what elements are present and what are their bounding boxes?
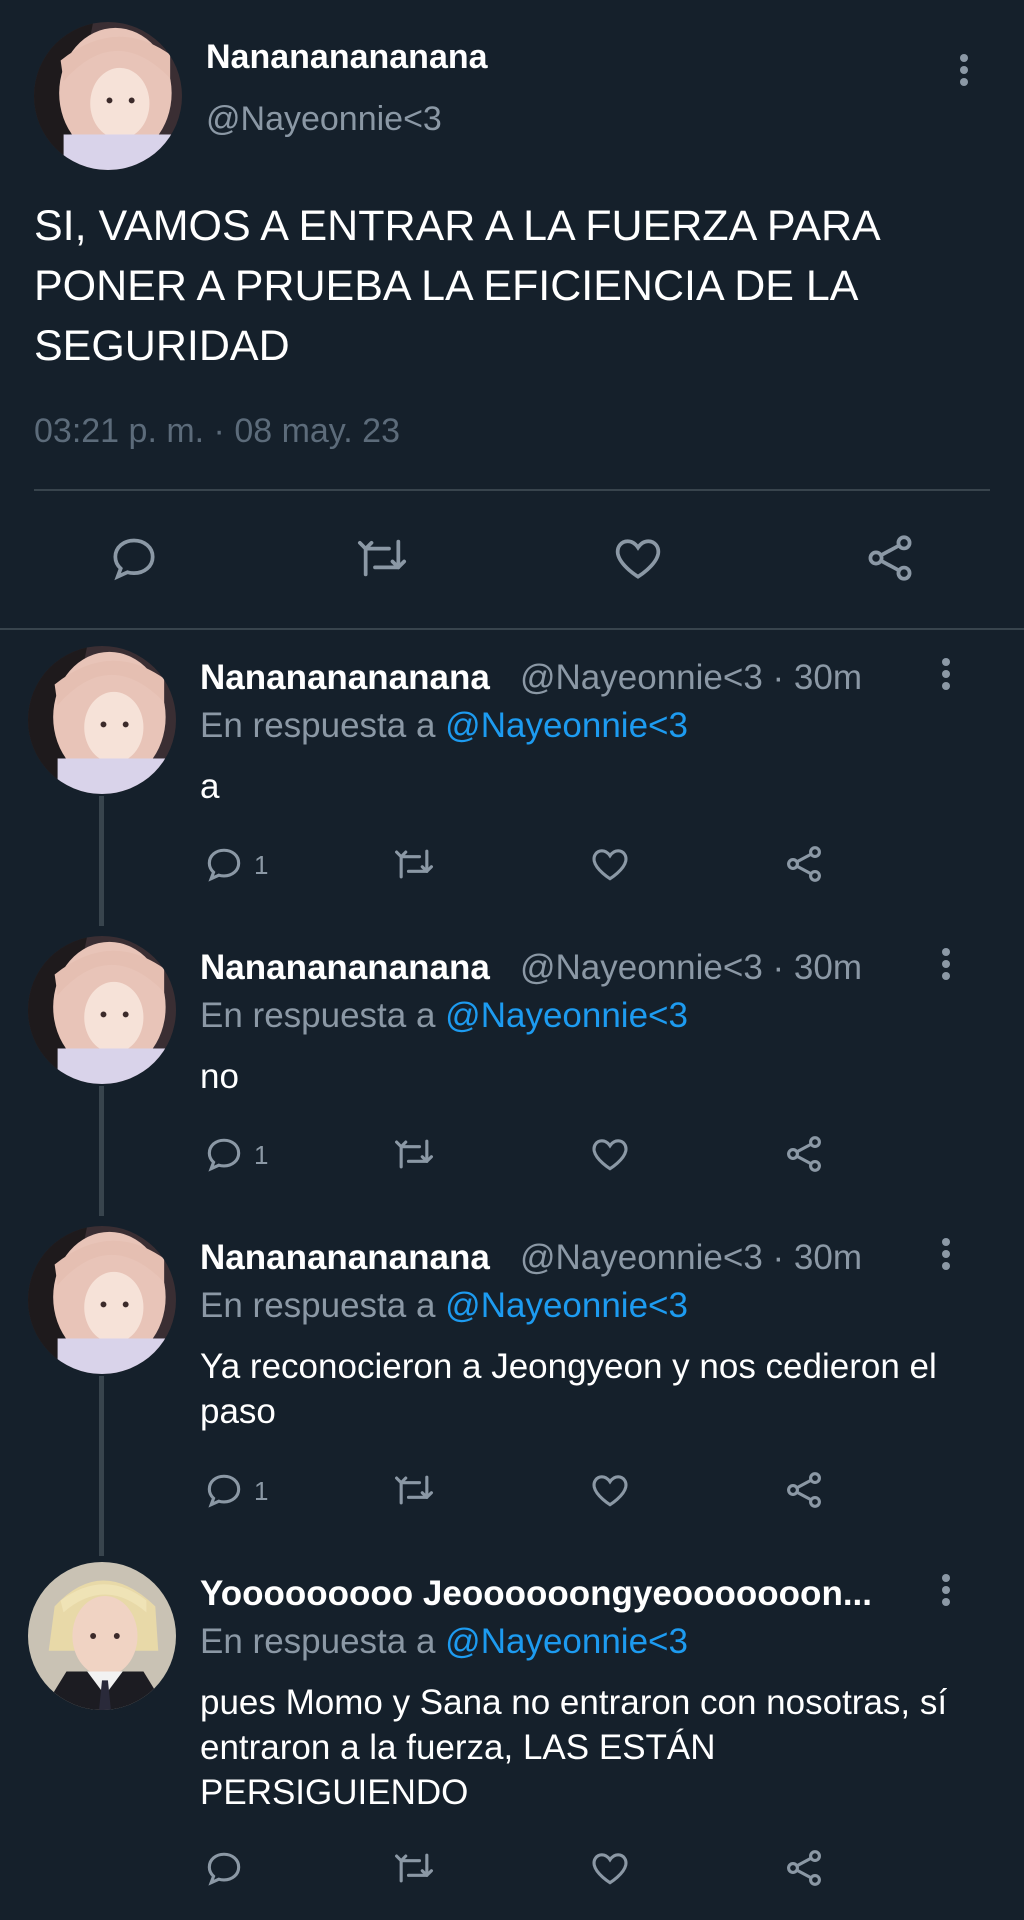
tweet-text: no — [200, 1057, 239, 1096]
reply-context: En respuesta a @Nayeonnie<3 — [200, 1286, 688, 1326]
handle-time: @Nayeonnie<3 · 30m — [520, 1238, 862, 1277]
display-name[interactable]: Nanananananana — [206, 38, 488, 77]
more-options-icon[interactable] — [936, 944, 956, 988]
more-options-icon[interactable] — [954, 50, 974, 94]
more-options-icon[interactable] — [936, 1234, 956, 1278]
reply-context: En respuesta a @Nayeonnie<3 — [200, 706, 688, 746]
tweet-text: pues Momo y Sana no entraron con nosotra… — [200, 1683, 948, 1812]
tweet-text: Ya reconocieron a Jeongyeon y nos cedier… — [200, 1347, 937, 1431]
divider — [34, 489, 990, 491]
handle[interactable]: @Nayeonnie<3 — [206, 100, 442, 139]
reply-context: En respuesta a @Nayeonnie<3 — [200, 996, 688, 1036]
retweet-icon[interactable] — [392, 1846, 436, 1890]
reply-tweet[interactable]: Nanananananana @Nayeonnie<3 · 30m En res… — [0, 936, 1024, 1226]
reply-count: 1 — [254, 1140, 269, 1170]
reply-count: 1 — [254, 850, 269, 880]
like-icon[interactable] — [588, 842, 632, 886]
share-icon[interactable] — [782, 1846, 826, 1890]
share-icon[interactable] — [782, 842, 826, 886]
retweet-icon[interactable] — [392, 1132, 436, 1176]
reply-icon[interactable] — [202, 1846, 246, 1890]
share-icon[interactable] — [782, 1132, 826, 1176]
tweet-actions — [0, 528, 1024, 588]
tweet-text: a — [200, 767, 220, 806]
reply-tweet[interactable]: Nanananananana @Nayeonnie<3 · 30m En res… — [0, 1226, 1024, 1562]
like-icon[interactable] — [588, 1468, 632, 1512]
display-name[interactable]: Nanananananana — [200, 948, 490, 988]
display-name[interactable]: Yooooooooo Jeoooooongyeooooooon... — [200, 1574, 920, 1614]
display-name[interactable]: Nanananananana — [200, 658, 490, 698]
mention-link[interactable]: @Nayeonnie<3 — [445, 996, 688, 1035]
mention-link[interactable]: @Nayeonnie<3 — [445, 706, 688, 745]
tweet-timestamp: 03:21 p. m. · 08 may. 23 — [34, 412, 400, 450]
reply-context: En respuesta a @Nayeonnie<3 — [200, 1622, 688, 1662]
display-name[interactable]: Nanananananana — [200, 1238, 490, 1278]
retweet-icon[interactable] — [392, 842, 436, 886]
reply-icon[interactable] — [106, 530, 162, 586]
mention-link[interactable]: @Nayeonnie<3 — [445, 1286, 688, 1325]
retweet-icon[interactable] — [392, 1468, 436, 1512]
avatar[interactable] — [28, 936, 176, 1084]
divider — [0, 628, 1024, 630]
avatar[interactable] — [28, 1562, 176, 1710]
handle-time: @Nayeonnie<3 · 30m — [520, 948, 862, 987]
reply-tweet[interactable]: Yooooooooo Jeoooooongyeooooooon... En re… — [0, 1562, 1024, 1920]
share-icon[interactable] — [782, 1468, 826, 1512]
like-icon[interactable] — [588, 1846, 632, 1890]
more-options-icon[interactable] — [936, 1570, 956, 1614]
tweet-text: SI, VAMOS A ENTRAR A LA FUERZA PARA PONE… — [34, 202, 879, 370]
reply-tweet[interactable]: Nanananananana @Nayeonnie<3 · 30m En res… — [0, 646, 1024, 936]
like-icon[interactable] — [588, 1132, 632, 1176]
reply-prefix: En respuesta a — [200, 996, 436, 1035]
reply-prefix: En respuesta a — [200, 706, 436, 745]
reply-count: 1 — [254, 1476, 269, 1506]
more-options-icon[interactable] — [936, 654, 956, 698]
avatar[interactable] — [28, 1226, 176, 1374]
avatar[interactable] — [34, 22, 182, 170]
reply-prefix: En respuesta a — [200, 1286, 436, 1325]
avatar[interactable] — [28, 646, 176, 794]
handle-time: @Nayeonnie<3 · 30m — [520, 658, 862, 697]
reply-icon[interactable] — [202, 1132, 246, 1176]
reply-icon[interactable] — [202, 1468, 246, 1512]
retweet-icon[interactable] — [354, 530, 410, 586]
share-icon[interactable] — [862, 530, 918, 586]
main-tweet: Nanananananana @Nayeonnie<3 SI, VAMOS A … — [0, 0, 1024, 628]
reply-prefix: En respuesta a — [200, 1622, 436, 1661]
like-icon[interactable] — [610, 530, 666, 586]
reply-icon[interactable] — [202, 842, 246, 886]
mention-link[interactable]: @Nayeonnie<3 — [445, 1622, 688, 1661]
